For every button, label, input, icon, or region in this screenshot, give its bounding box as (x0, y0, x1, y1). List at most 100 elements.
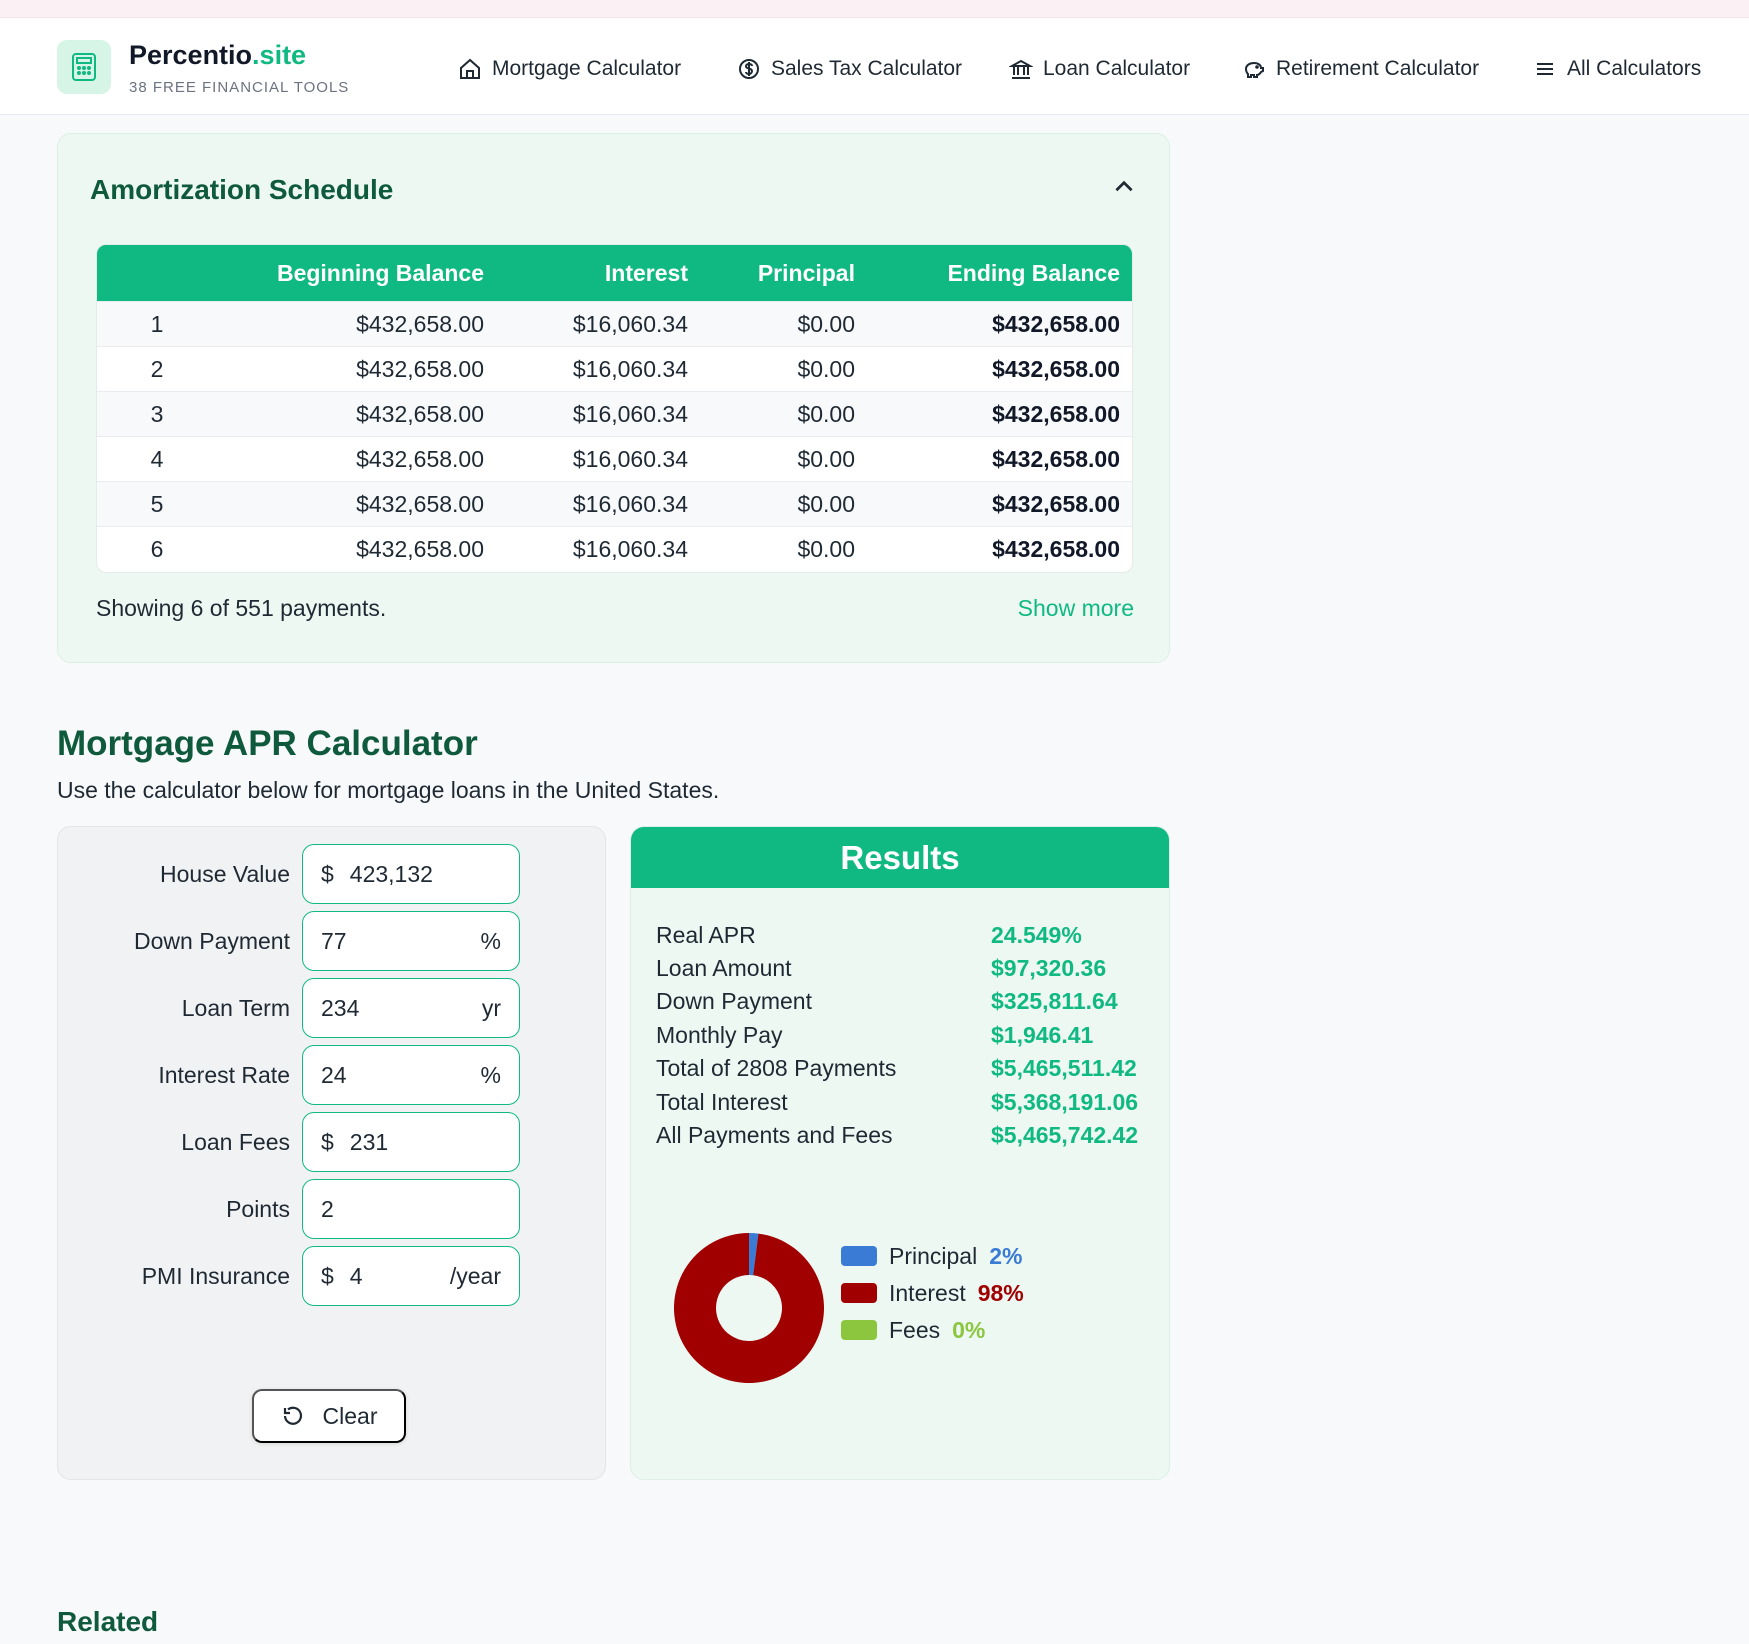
nav-sales-tax-calculator[interactable]: Sales Tax Calculator (737, 54, 962, 84)
loan-fees-input[interactable]: $231 (302, 1112, 520, 1172)
nav-label: Retirement Calculator (1276, 57, 1480, 80)
interest-rate-value: 24 (321, 1061, 347, 1088)
result-label: Total of 2808 Payments (656, 1055, 897, 1082)
col-interest: Interest (604, 259, 688, 286)
legend-percent: 0% (952, 1316, 986, 1343)
result-value: $5,465,511.42 (991, 1055, 1137, 1082)
field-down-payment: Down Payment 77% (58, 911, 607, 971)
table-row: 6 $432,658.00 $16,060.34 $0.00 $432,658.00 (97, 526, 1132, 571)
reset-icon (283, 1406, 302, 1425)
nav-mortgage-calculator[interactable]: Mortgage Calculator (458, 54, 681, 84)
interest-rate-input[interactable]: 24% (302, 1045, 520, 1105)
down-payment-suffix: % (480, 927, 501, 954)
table-row: 1 $432,658.00 $16,060.34 $0.00 $432,658.00 (97, 301, 1132, 346)
result-value: $325,811.64 (991, 988, 1118, 1015)
house-value-label: House Value (160, 860, 290, 887)
interest: $16,060.34 (572, 400, 688, 427)
field-house-value: House Value $423,132 (58, 844, 607, 904)
down-payment-value: 77 (321, 927, 347, 954)
row-number: 6 (150, 535, 164, 562)
legend-swatch (841, 1320, 877, 1340)
nav-all-calculators[interactable]: All Calculators (1533, 54, 1701, 84)
principal: $0.00 (797, 355, 855, 382)
donut-slice-interest (674, 1233, 824, 1383)
field-loan-fees: Loan Fees $231 (58, 1112, 607, 1172)
beginning-balance: $432,658.00 (356, 310, 484, 337)
table-header: Beginning Balance Interest Principal End… (97, 245, 1132, 301)
interest-rate-label: Interest Rate (158, 1061, 290, 1088)
row-number: 5 (150, 490, 164, 517)
home-icon (460, 58, 480, 79)
pmi-insurance-suffix: /year (449, 1262, 501, 1289)
ending-balance: $432,658.00 (992, 535, 1120, 562)
loan-fees-label: Loan Fees (181, 1128, 290, 1155)
pmi-insurance-prefix: $ (321, 1262, 334, 1289)
top-strip (0, 0, 1749, 18)
piggy-bank-icon (1244, 61, 1264, 78)
result-label: Real APR (656, 921, 756, 948)
result-loan-amount: Loan Amount $97,320.36 (656, 951, 1156, 985)
apr-title: Mortgage APR Calculator (57, 724, 478, 763)
legend-fees: Fees 0% (841, 1315, 985, 1345)
ending-balance: $432,658.00 (992, 310, 1120, 337)
result-value: $5,368,191.06 (991, 1088, 1139, 1115)
field-loan-term: Loan Term 234 yr (58, 978, 607, 1038)
principal: $0.00 (797, 445, 855, 472)
legend-swatch (841, 1283, 877, 1303)
result-monthly-pay: Monthly Pay $1,946.41 (656, 1018, 1156, 1052)
col-beginning-balance: Beginning Balance (276, 259, 484, 286)
result-down-payment: Down Payment $325,811.64 (656, 985, 1156, 1019)
field-interest-rate: Interest Rate 24% (58, 1045, 607, 1105)
down-payment-input[interactable]: 77% (302, 911, 520, 971)
beginning-balance: $432,658.00 (356, 490, 484, 517)
nav-loan-calculator[interactable]: Loan Calculator (1009, 54, 1190, 84)
points-input[interactable]: 2 (302, 1179, 520, 1239)
result-label: Monthly Pay (656, 1021, 783, 1048)
ending-balance: $432,658.00 (992, 445, 1120, 472)
clear-button[interactable]: Clear (252, 1389, 406, 1443)
result-label: Total Interest (656, 1088, 788, 1115)
pmi-insurance-label: PMI Insurance (141, 1262, 290, 1289)
ending-balance: $432,658.00 (992, 400, 1120, 427)
amortization-table: Beginning Balance Interest Principal End… (96, 244, 1133, 573)
row-number: 2 (150, 355, 164, 382)
interest: $16,060.34 (572, 355, 688, 382)
menu-icon (1537, 63, 1553, 75)
interest: $16,060.34 (572, 535, 688, 562)
result-label: Down Payment (656, 988, 812, 1015)
loan-term-value: 234 (321, 994, 360, 1021)
loan-term-input[interactable]: 234 yr (302, 978, 520, 1038)
apr-description: Use the calculator below for mortgage lo… (57, 777, 720, 803)
dollar-circle-icon (739, 59, 759, 79)
loan-fees-prefix: $ (321, 1128, 334, 1155)
result-value: 24.549% (991, 921, 1082, 948)
amortization-card: Amortization Schedule Beginning Balance … (57, 133, 1170, 663)
field-pmi-insurance: PMI Insurance $4/year (58, 1246, 607, 1306)
house-value-value: 423,132 (349, 860, 433, 887)
pmi-insurance-input[interactable]: $4/year (302, 1246, 520, 1306)
brand-subtitle: 38 FREE FINANCIAL TOOLS (129, 79, 350, 96)
col-principal: Principal (757, 259, 855, 286)
calculator-logo-icon[interactable] (57, 40, 111, 94)
table-row: 4 $432,658.00 $16,060.34 $0.00 $432,658.00 (97, 436, 1132, 481)
nav-label: All Calculators (1567, 57, 1702, 80)
show-more-link[interactable]: Show more (1018, 595, 1134, 622)
table-body: 1 $432,658.00 $16,060.34 $0.00 $432,658.00 2 $… (97, 301, 1132, 571)
legend-label: Principal (889, 1242, 978, 1269)
calculator-form: House Value $423,132 Down Payment 77% Loan T… (57, 826, 606, 1480)
result-value: $5,465,742.42 (991, 1121, 1139, 1148)
legend-interest: Interest 98% (841, 1278, 1024, 1308)
nav-retirement-calculator[interactable]: Retirement Calculator (1242, 54, 1479, 84)
beginning-balance: $432,658.00 (356, 400, 484, 427)
points-label: Points (226, 1195, 290, 1222)
col-ending-balance: Ending Balance (947, 259, 1120, 286)
loan-fees-value: 231 (349, 1128, 389, 1155)
chevron-up-icon[interactable] (1111, 174, 1137, 200)
loan-term-suffix: yr (481, 994, 501, 1021)
ending-balance: $432,658.00 (992, 490, 1120, 517)
nav-label: Mortgage Calculator (492, 57, 682, 80)
result-value: $1,946.41 (991, 1021, 1094, 1048)
house-value-input[interactable]: $423,132 (302, 844, 520, 904)
table-row: 5 $432,658.00 $16,060.34 $0.00 $432,658.00 (97, 481, 1132, 526)
brand-name[interactable]: Percentio.site (129, 40, 306, 71)
